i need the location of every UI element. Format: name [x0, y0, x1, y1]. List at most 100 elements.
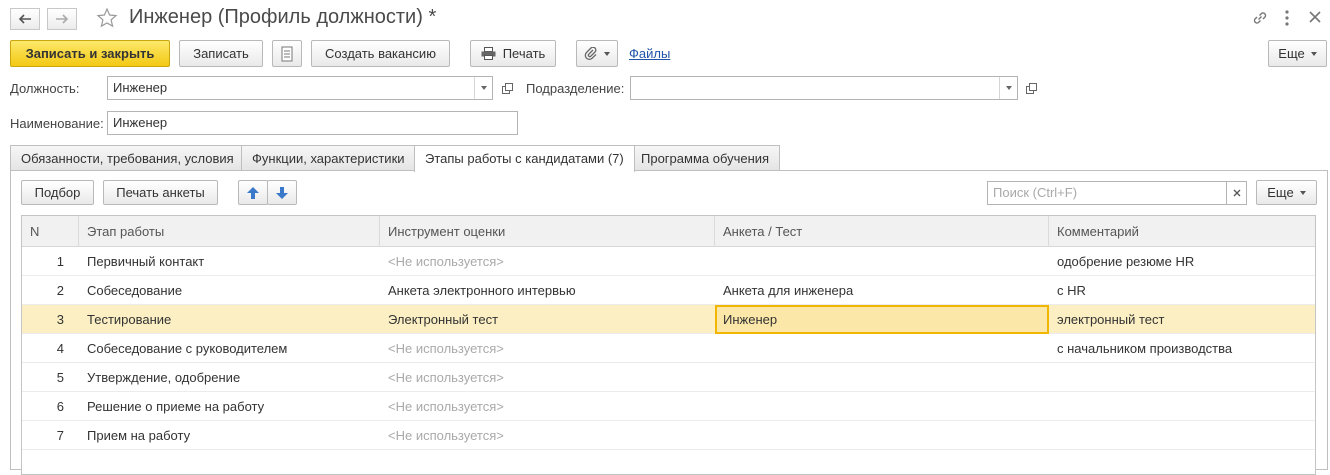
move-down-button[interactable]: [267, 180, 297, 205]
save-label: Записать: [193, 46, 249, 61]
column-header-stage[interactable]: Этап работы: [79, 216, 380, 247]
select-button[interactable]: Подбор: [21, 180, 94, 205]
clear-icon: [1233, 189, 1240, 197]
candidate-stages-table[interactable]: N Этап работы Инструмент оценки Анкета /…: [21, 215, 1316, 475]
table-row[interactable]: 4 Собеседование с руководителем <Не исполь…: [22, 334, 1315, 363]
link-icon[interactable]: [1251, 9, 1269, 27]
cell-comment[interactable]: с HR: [1049, 276, 1315, 305]
tab-training-program-label: Программа обучения: [641, 151, 770, 166]
cell-comment[interactable]: электронный тест: [1049, 305, 1315, 334]
cell-n[interactable]: 2: [22, 276, 72, 305]
column-header-comment[interactable]: Комментарий: [1049, 216, 1315, 247]
cell-stage[interactable]: Прием на работу: [79, 421, 380, 450]
more-button[interactable]: Еще: [1268, 40, 1327, 67]
cell-comment[interactable]: [1049, 392, 1315, 421]
search-placeholder: Поиск (Ctrl+F): [993, 185, 1078, 200]
table-row[interactable]: 3 Тестирование Электронный тест Инженер элек…: [22, 305, 1315, 334]
cell-tool[interactable]: <Не используется>: [380, 421, 715, 450]
back-button[interactable]: [10, 8, 40, 30]
create-vacancy-button[interactable]: Создать вакансию: [311, 40, 450, 67]
search-input[interactable]: Поиск (Ctrl+F): [987, 181, 1227, 205]
cell-n[interactable]: 6: [22, 392, 72, 421]
cell-comment[interactable]: [1049, 421, 1315, 450]
cell-comment[interactable]: с начальником производства: [1049, 334, 1315, 363]
move-up-icon: [247, 186, 259, 199]
cell-stage[interactable]: Тестирование: [79, 305, 380, 334]
cell-n[interactable]: 5: [22, 363, 72, 392]
column-header-test[interactable]: Анкета / Тест: [715, 216, 1049, 247]
paperclip-icon: [584, 46, 597, 60]
department-label: Подразделение:: [526, 81, 625, 96]
open-form-icon: [1025, 82, 1037, 94]
cell-comment[interactable]: одобрение резюме HR: [1049, 247, 1315, 276]
cell-n[interactable]: 3: [22, 305, 72, 334]
position-label: Должность:: [10, 81, 80, 96]
name-field[interactable]: Инженер: [107, 111, 518, 135]
cell-n[interactable]: 4: [22, 334, 72, 363]
cell-tool[interactable]: <Не используется>: [380, 363, 715, 392]
tab-candidate-stages[interactable]: Этапы работы с кандидатами (7): [414, 145, 635, 172]
cell-stage[interactable]: Первичный контакт: [79, 247, 380, 276]
cell-test[interactable]: [715, 421, 1049, 450]
cell-tool[interactable]: Анкета электронного интервью: [380, 276, 715, 305]
table-header: N Этап работы Инструмент оценки Анкета /…: [22, 216, 1315, 247]
select-label: Подбор: [34, 185, 81, 200]
position-dropdown-button[interactable]: [474, 77, 492, 99]
print-label: Печать: [502, 46, 546, 61]
department-open-button[interactable]: [1022, 76, 1040, 100]
cell-stage[interactable]: Решение о приеме на работу: [79, 392, 380, 421]
print-button[interactable]: Печать: [470, 40, 556, 67]
cell-stage[interactable]: Утверждение, одобрение: [79, 363, 380, 392]
column-header-tool[interactable]: Инструмент оценки: [380, 216, 715, 247]
position-open-button[interactable]: [498, 76, 516, 100]
tab-functions[interactable]: Функции, характеристики: [241, 145, 416, 171]
cell-comment[interactable]: [1049, 363, 1315, 392]
cell-tool[interactable]: Электронный тест: [380, 305, 715, 334]
files-link[interactable]: Файлы: [629, 46, 670, 61]
forward-arrow-icon: [56, 14, 69, 24]
close-icon[interactable]: [1308, 9, 1322, 25]
document-list-icon: [281, 46, 293, 61]
column-header-n[interactable]: N: [22, 216, 79, 247]
tab-duties[interactable]: Обязанности, требования, условия: [10, 145, 245, 171]
cell-test[interactable]: [715, 392, 1049, 421]
table-more-button[interactable]: Еще: [1256, 180, 1317, 205]
star-icon[interactable]: [96, 7, 118, 29]
clear-search-button[interactable]: [1226, 181, 1247, 205]
create-vacancy-label: Создать вакансию: [325, 46, 436, 61]
cell-test[interactable]: [715, 363, 1049, 392]
save-and-close-button[interactable]: Записать и закрыть: [10, 40, 170, 67]
tab-training-program[interactable]: Программа обучения: [630, 145, 781, 171]
save-button[interactable]: Записать: [179, 40, 263, 67]
cell-tool[interactable]: <Не используется>: [380, 247, 715, 276]
cell-n[interactable]: 7: [22, 421, 72, 450]
cell-test[interactable]: Анкета для инженера: [715, 276, 1049, 305]
kebab-menu-icon[interactable]: [1284, 9, 1290, 27]
print-form-button[interactable]: Печать анкеты: [103, 180, 218, 205]
more-label: Еще: [1278, 46, 1305, 61]
cell-test[interactable]: [715, 247, 1049, 276]
cell-stage[interactable]: Собеседование: [79, 276, 380, 305]
forward-button[interactable]: [47, 8, 77, 30]
document-list-button[interactable]: [272, 40, 302, 67]
table-row[interactable]: 6 Решение о приеме на работу <Не используе…: [22, 392, 1315, 421]
department-field[interactable]: [630, 76, 1018, 100]
table-row[interactable]: 2 Собеседование Анкета электронного интерв…: [22, 276, 1315, 305]
cell-stage[interactable]: Собеседование с руководителем: [79, 334, 380, 363]
attachments-button[interactable]: [576, 40, 618, 67]
table-row[interactable]: 5 Утверждение, одобрение <Не используется>: [22, 363, 1315, 392]
move-up-button[interactable]: [238, 180, 268, 205]
cell-tool[interactable]: <Не используется>: [380, 334, 715, 363]
printer-icon: [481, 47, 496, 60]
position-field[interactable]: Инженер: [107, 76, 493, 100]
cell-test[interactable]: Инженер: [715, 305, 1049, 334]
cell-tool[interactable]: <Не используется>: [380, 392, 715, 421]
position-value: Инженер: [113, 80, 168, 95]
cell-test[interactable]: [715, 334, 1049, 363]
table-more-label: Еще: [1267, 185, 1294, 200]
table-row[interactable]: 7 Прием на работу <Не используется>: [22, 421, 1315, 450]
table-row[interactable]: 1 Первичный контакт <Не используется> одобр…: [22, 247, 1315, 276]
department-dropdown-button[interactable]: [999, 77, 1017, 99]
chevron-down-icon: [480, 86, 487, 90]
cell-n[interactable]: 1: [22, 247, 72, 276]
